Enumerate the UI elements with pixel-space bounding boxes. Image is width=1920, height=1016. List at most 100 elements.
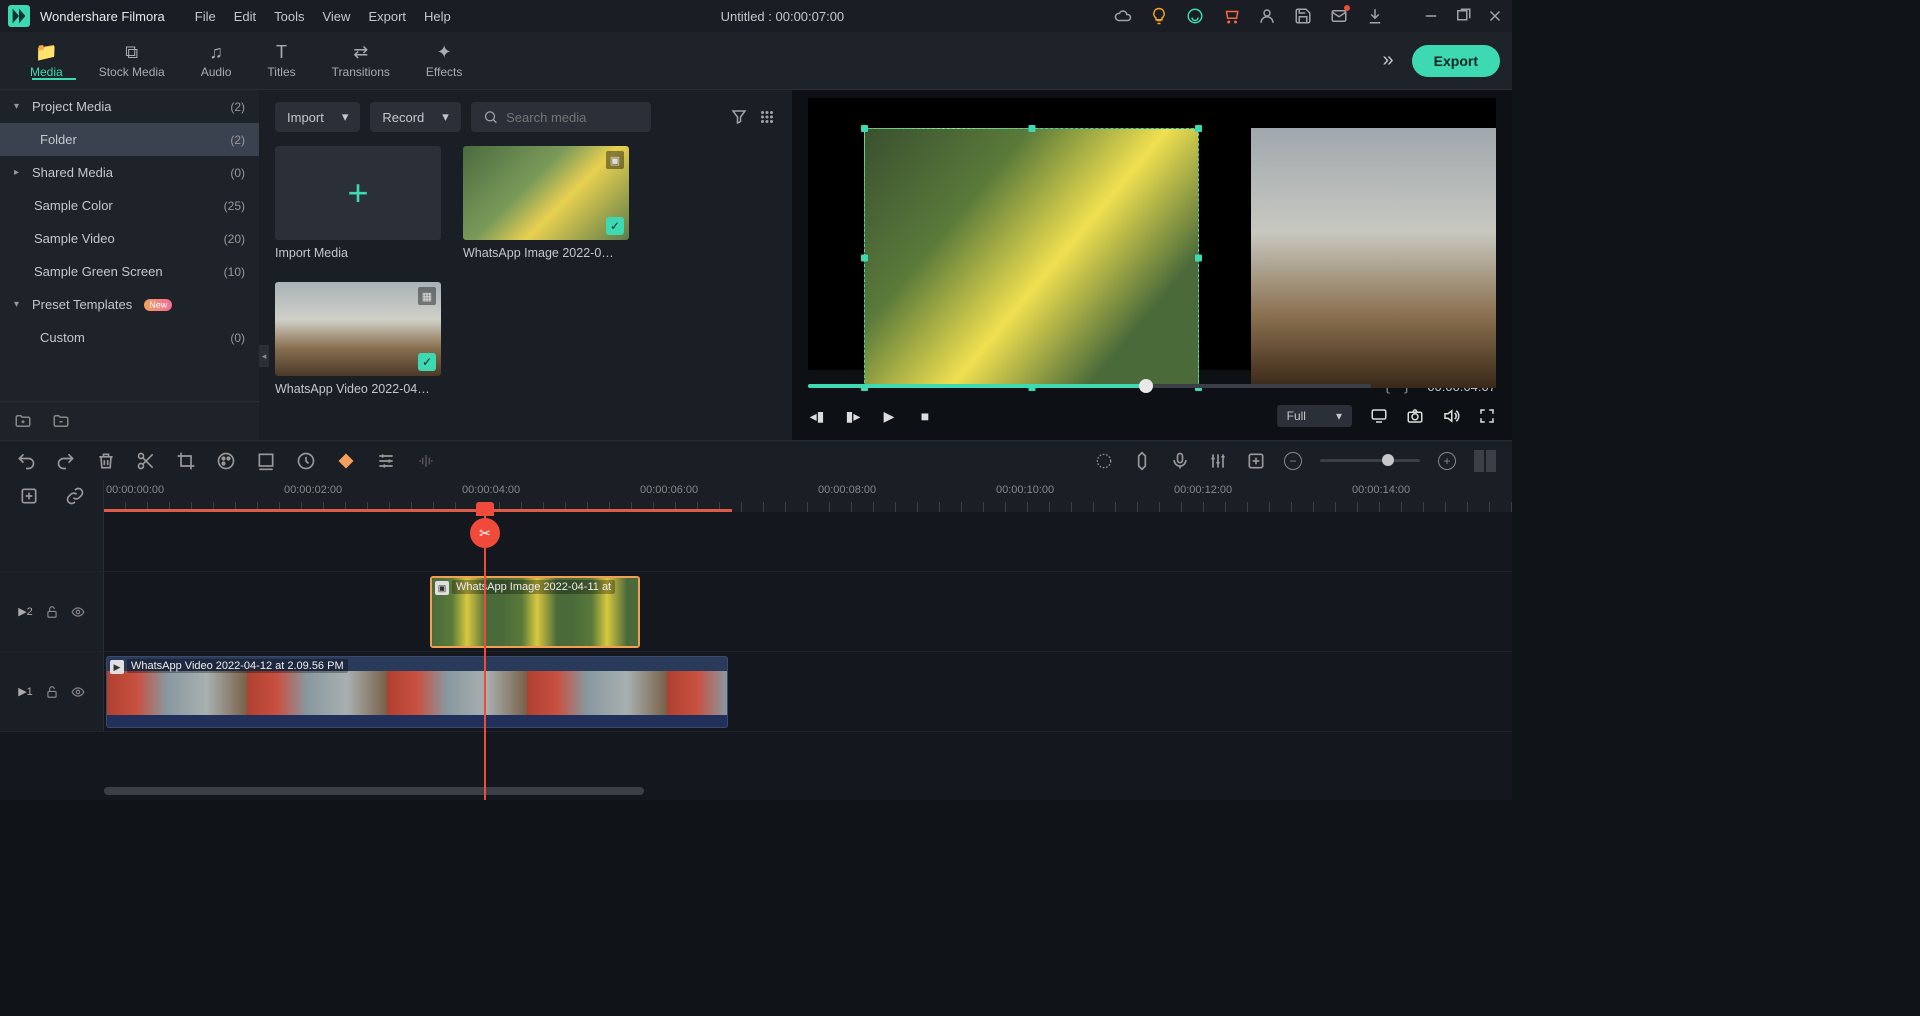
collapse-tabs-icon[interactable]: » <box>1383 49 1394 72</box>
resize-handle[interactable] <box>1028 125 1035 132</box>
maximize-icon[interactable] <box>1454 7 1472 25</box>
sidebar-item-sample-video[interactable]: Sample Video (20) <box>0 222 259 255</box>
filter-icon[interactable] <box>730 108 748 126</box>
preview-scrubber[interactable] <box>808 384 1371 388</box>
menu-tools[interactable]: Tools <box>274 9 304 24</box>
folder-icon: 📁 <box>35 42 57 63</box>
preview-selected-clip[interactable] <box>864 128 1199 388</box>
sidebar-item-project-media[interactable]: ▾Project Media (2) <box>0 90 259 123</box>
keyframe-icon[interactable] <box>336 451 356 471</box>
search-input[interactable] <box>506 110 639 125</box>
next-frame-icon[interactable]: ▮▸ <box>844 407 862 425</box>
clip-main[interactable]: ▶ WhatsApp Video 2022-04-12 at 2.09.56 P… <box>106 656 728 728</box>
color-icon[interactable] <box>216 451 236 471</box>
preview-quality-select[interactable]: Full▾ <box>1277 405 1352 427</box>
speed-icon[interactable] <box>296 451 316 471</box>
menu-help[interactable]: Help <box>424 9 451 24</box>
lock-icon[interactable] <box>45 685 59 699</box>
resize-handle[interactable] <box>861 125 868 132</box>
zoom-out-icon[interactable]: − <box>1284 452 1302 470</box>
menu-edit[interactable]: Edit <box>234 9 256 24</box>
stop-icon[interactable]: ■ <box>916 407 934 425</box>
close-icon[interactable] <box>1486 7 1504 25</box>
resize-handle[interactable] <box>861 255 868 262</box>
menu-view[interactable]: View <box>322 9 350 24</box>
adjust-icon[interactable] <box>376 451 396 471</box>
redo-icon[interactable] <box>56 451 76 471</box>
sidebar-item-preset-templates[interactable]: ▾Preset TemplatesNew <box>0 288 259 321</box>
sidebar-item-sample-green[interactable]: Sample Green Screen (10) <box>0 255 259 288</box>
clip-overlay[interactable]: ▣ WhatsApp Image 2022-04-11 at <box>430 576 640 648</box>
messages-icon[interactable] <box>1330 7 1348 25</box>
marker-icon[interactable] <box>1132 451 1152 471</box>
volume-icon[interactable] <box>1442 407 1460 425</box>
media-sidebar: ▾Project Media (2) Folder (2) ▸Shared Me… <box>0 90 259 440</box>
scrubber-thumb[interactable] <box>1139 379 1153 393</box>
crop-icon[interactable] <box>176 451 196 471</box>
sidebar-item-folder[interactable]: Folder (2) <box>0 123 259 156</box>
delete-icon[interactable] <box>96 451 116 471</box>
zoom-slider[interactable] <box>1320 459 1420 462</box>
display-icon[interactable] <box>1370 407 1388 425</box>
import-dropdown[interactable]: Import▾ <box>275 102 360 132</box>
sidebar-item-custom[interactable]: Custom (0) <box>0 321 259 354</box>
sidebar-item-shared-media[interactable]: ▸Shared Media (0) <box>0 156 259 189</box>
timeline-scrollbar[interactable] <box>104 787 1498 797</box>
playhead-head[interactable] <box>476 502 494 516</box>
voiceover-icon[interactable] <box>1170 451 1190 471</box>
sidebar-item-sample-color[interactable]: Sample Color (25) <box>0 189 259 222</box>
visibility-icon[interactable] <box>71 685 85 699</box>
search-media-box[interactable] <box>471 102 651 132</box>
prev-frame-icon[interactable]: ◂▮ <box>808 407 826 425</box>
media-card-import[interactable]: + Import Media <box>275 146 441 260</box>
audio-mixer-icon[interactable] <box>1208 451 1228 471</box>
undo-icon[interactable] <box>16 451 36 471</box>
play-icon[interactable]: ▶ <box>880 407 898 425</box>
collapse-sidebar-handle[interactable]: ◂ <box>259 345 269 367</box>
tab-stock-media[interactable]: ⧉ Stock Media <box>81 42 183 79</box>
render-icon[interactable] <box>1094 451 1114 471</box>
clip-title: WhatsApp Video 2022-04-12 at 2.09.56 PM <box>127 659 348 673</box>
menu-export[interactable]: Export <box>368 9 406 24</box>
minimize-icon[interactable] <box>1422 7 1440 25</box>
new-folder-icon[interactable] <box>14 412 32 430</box>
timeline-options-icon[interactable] <box>19 486 39 506</box>
delete-folder-icon[interactable] <box>52 412 70 430</box>
resize-handle[interactable] <box>1195 125 1202 132</box>
account-icon[interactable] <box>1258 7 1276 25</box>
save-icon[interactable] <box>1294 7 1312 25</box>
visibility-icon[interactable] <box>71 605 85 619</box>
record-dropdown[interactable]: Record▾ <box>370 102 460 132</box>
split-icon[interactable] <box>136 451 156 471</box>
playhead-scissors-icon[interactable]: ✂ <box>470 518 500 548</box>
menu-file[interactable]: File <box>195 9 216 24</box>
lock-icon[interactable] <box>45 605 59 619</box>
download-icon[interactable] <box>1366 7 1384 25</box>
playhead[interactable] <box>484 512 486 800</box>
media-card-video[interactable]: ▦ ✓ WhatsApp Video 2022-04… <box>275 282 441 396</box>
tab-effects[interactable]: ✦ Effects <box>408 42 480 79</box>
link-icon[interactable] <box>65 486 85 506</box>
timeline-ruler[interactable]: 00:00:00:00 00:00:02:00 00:00:04:00 00:0… <box>104 480 1512 512</box>
fullscreen-icon[interactable] <box>1478 407 1496 425</box>
preview-stage[interactable] <box>808 98 1496 370</box>
grid-view-icon[interactable] <box>758 108 776 126</box>
zoom-in-icon[interactable]: + <box>1438 452 1456 470</box>
cloud-icon[interactable] <box>1114 7 1132 25</box>
media-card-image[interactable]: ▣ ✓ WhatsApp Image 2022-0… <box>463 146 629 260</box>
scrollbar-thumb[interactable] <box>104 787 644 795</box>
green-screen-icon[interactable] <box>256 451 276 471</box>
cart-icon[interactable] <box>1222 7 1240 25</box>
tab-audio[interactable]: ♫ Audio <box>183 42 250 79</box>
tab-titles[interactable]: T Titles <box>249 42 313 79</box>
tab-transitions[interactable]: ⇄ Transitions <box>314 42 408 79</box>
zoom-fit-icon[interactable] <box>1474 450 1496 472</box>
snapshot-icon[interactable] <box>1406 407 1424 425</box>
add-track-icon[interactable] <box>1246 451 1266 471</box>
resize-handle[interactable] <box>1195 255 1202 262</box>
support-icon[interactable] <box>1186 7 1204 25</box>
idea-icon[interactable] <box>1150 7 1168 25</box>
tab-media[interactable]: 📁 Media <box>12 42 81 79</box>
zoom-thumb[interactable] <box>1382 454 1394 466</box>
export-button[interactable]: Export <box>1412 45 1500 77</box>
